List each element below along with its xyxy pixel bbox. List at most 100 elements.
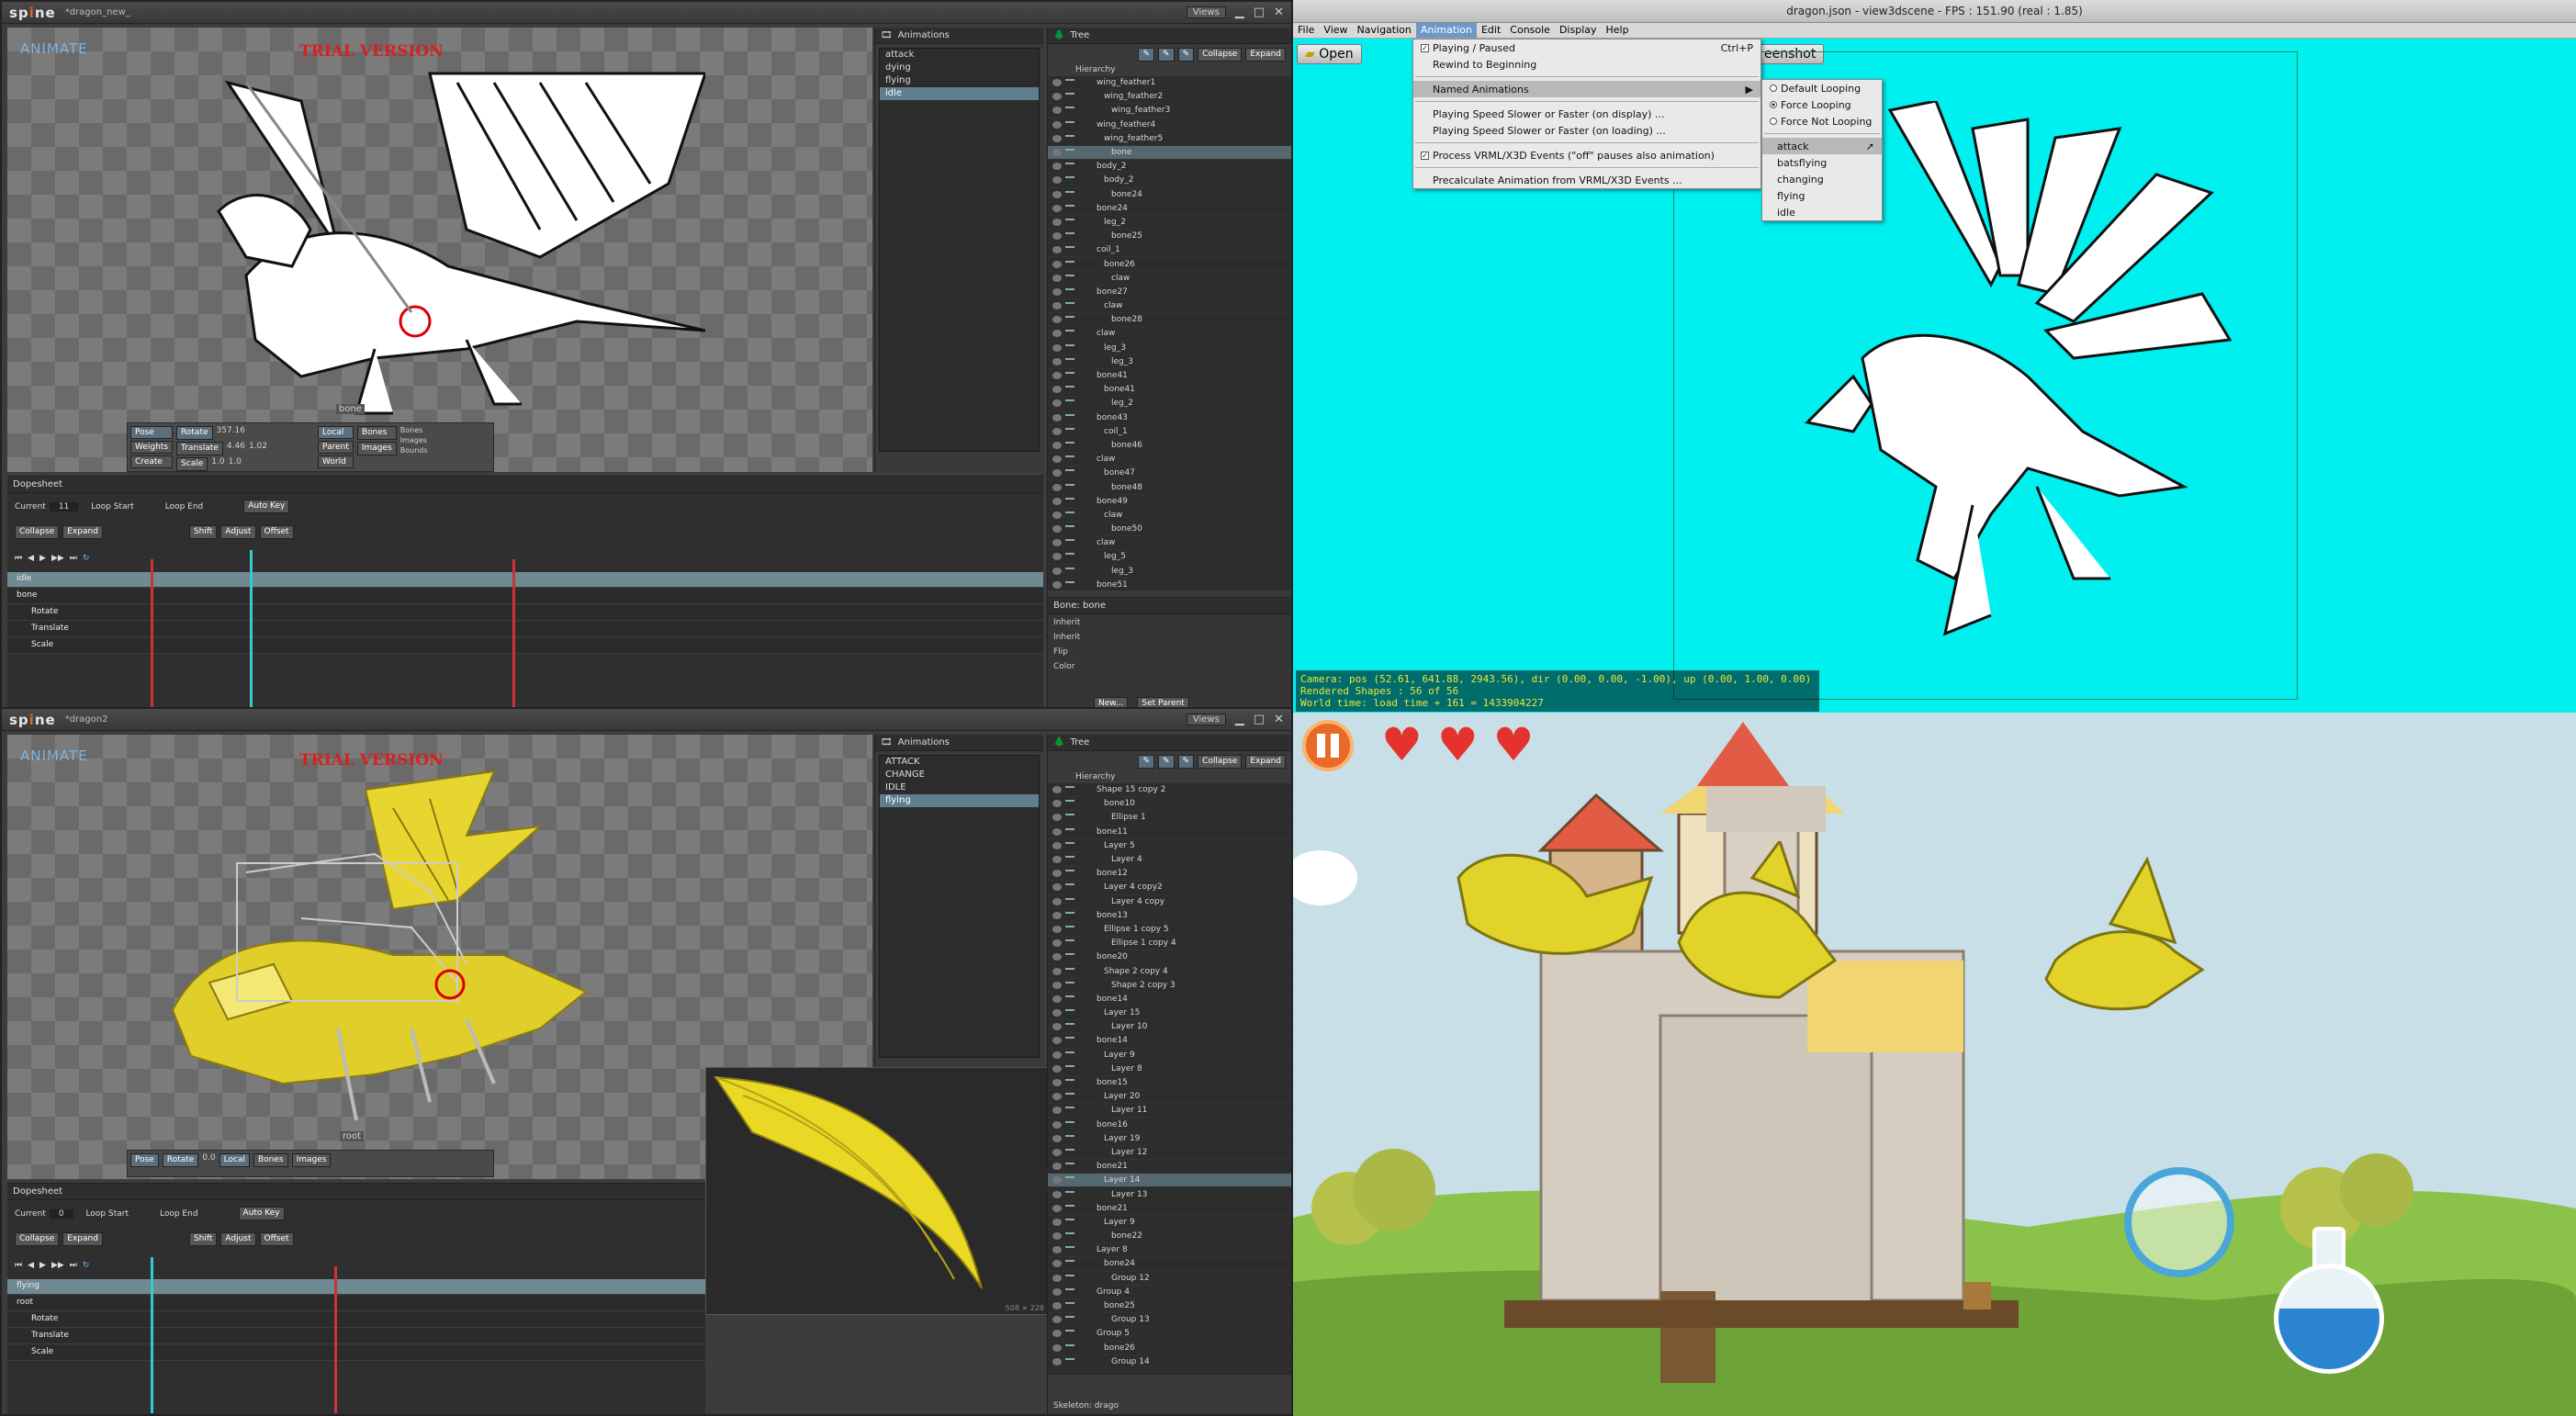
visibility-icon[interactable]	[1052, 1093, 1062, 1101]
visibility-icon[interactable]	[1052, 399, 1062, 408]
visibility-icon[interactable]	[1052, 967, 1062, 975]
menu-navigation[interactable]: Navigation	[1353, 23, 1416, 38]
key-icon[interactable]	[1065, 1274, 1074, 1282]
bones-toggle[interactable]: Bones	[253, 1153, 288, 1167]
key-icon[interactable]	[1065, 953, 1074, 961]
auto-key-button[interactable]: Auto Key	[243, 500, 290, 513]
visibility-icon[interactable]	[1052, 246, 1062, 254]
tree-row[interactable]: Layer 8	[1048, 1243, 1291, 1258]
scale-button[interactable]: Scale	[176, 457, 208, 471]
visibility-icon[interactable]	[1052, 911, 1062, 919]
key-icon[interactable]	[1065, 1343, 1074, 1352]
menu-help[interactable]: Help	[1602, 23, 1634, 38]
key-icon[interactable]	[1065, 1009, 1074, 1017]
play-icon[interactable]: ▶	[39, 1261, 46, 1270]
dopesheet-track[interactable]: bone	[7, 589, 1043, 604]
key-icon[interactable]	[1065, 967, 1074, 975]
tree-row[interactable]: claw	[1048, 509, 1291, 523]
key-icon[interactable]	[1065, 1190, 1074, 1198]
key-icon[interactable]	[1065, 1287, 1074, 1296]
key-icon[interactable]	[1065, 567, 1074, 575]
visibility-icon[interactable]	[1052, 469, 1062, 478]
tree-row[interactable]: bone22	[1048, 1230, 1291, 1244]
visibility-icon[interactable]	[1052, 1023, 1062, 1031]
key-icon[interactable]	[1065, 357, 1074, 365]
key-icon[interactable]	[1065, 981, 1074, 989]
step-back-icon[interactable]: ◀	[28, 554, 34, 563]
current-frame-input[interactable]: 0	[49, 1208, 73, 1219]
key-icon[interactable]	[1065, 870, 1074, 877]
key-icon[interactable]	[1065, 455, 1074, 463]
key-icon[interactable]	[1065, 827, 1074, 836]
shift-button[interactable]: Shift	[188, 525, 218, 539]
translate-button[interactable]: Translate	[176, 442, 223, 455]
tree-row[interactable]: Group 13	[1048, 1313, 1291, 1328]
tree-row[interactable]: bone51	[1048, 579, 1291, 590]
key-icon[interactable]	[1065, 134, 1074, 142]
tree-row[interactable]: Layer 12	[1048, 1146, 1291, 1161]
visibility-icon[interactable]	[1052, 218, 1062, 226]
key-icon[interactable]	[1065, 1120, 1074, 1129]
visibility-icon[interactable]	[1052, 204, 1062, 212]
key-icon[interactable]	[1065, 330, 1074, 337]
weights-button[interactable]: Weights	[130, 441, 174, 454]
animation-item[interactable]: IDLE	[880, 781, 1039, 794]
tree-row[interactable]: Layer 15	[1048, 1006, 1291, 1021]
views-button[interactable]: Views	[1186, 714, 1226, 725]
tree-row[interactable]: Shape 2 copy 3	[1048, 979, 1291, 993]
submenu-animation-batsflying[interactable]: batsflying	[1762, 154, 1882, 171]
key-icon[interactable]	[1065, 343, 1074, 352]
animation-item[interactable]: flying	[880, 74, 1039, 87]
key-icon[interactable]	[1065, 925, 1074, 933]
visibility-icon[interactable]	[1052, 1316, 1062, 1324]
jump-end-icon[interactable]: ⏭	[70, 1261, 77, 1270]
visibility-icon[interactable]	[1052, 1120, 1062, 1129]
key-icon[interactable]	[1065, 800, 1074, 807]
loop-end-button[interactable]: Loop End	[165, 502, 204, 511]
visibility-icon[interactable]	[1052, 897, 1062, 905]
visibility-icon[interactable]	[1052, 1134, 1062, 1142]
key-icon[interactable]	[1065, 580, 1074, 589]
visibility-icon[interactable]	[1052, 856, 1062, 864]
menu-item-playing[interactable]: ✓ Playing / Paused Ctrl+P	[1413, 39, 1760, 56]
visibility-icon[interactable]	[1052, 107, 1062, 115]
animation-item-selected[interactable]: flying	[880, 794, 1039, 807]
loop-option-force-not[interactable]: Force Not Looping	[1762, 113, 1882, 129]
visibility-icon[interactable]	[1052, 1246, 1062, 1254]
visibility-icon[interactable]	[1052, 455, 1062, 464]
tree-row[interactable]: bone26	[1048, 1342, 1291, 1355]
visibility-icon[interactable]	[1052, 580, 1062, 589]
visibility-icon[interactable]	[1052, 134, 1062, 142]
tree-row[interactable]: bone14	[1048, 1034, 1291, 1049]
step-back-icon[interactable]: ◀	[28, 1261, 34, 1270]
key-icon[interactable]	[1065, 897, 1074, 905]
minimize-icon[interactable]: ▁	[1235, 713, 1244, 726]
loop-option-force[interactable]: Force Looping	[1762, 96, 1882, 113]
tree-row[interactable]: Layer 4 copy2	[1048, 881, 1291, 895]
key-icon[interactable]	[1065, 316, 1074, 323]
tree-row[interactable]: bone25	[1048, 1299, 1291, 1314]
key-icon[interactable]	[1065, 176, 1074, 184]
key-icon[interactable]	[1065, 1093, 1074, 1100]
tree-row[interactable]: claw	[1048, 453, 1291, 467]
key-icon[interactable]	[1065, 274, 1074, 282]
visibility-icon[interactable]	[1052, 1260, 1062, 1268]
key-icon[interactable]	[1065, 441, 1074, 449]
key-icon[interactable]	[1065, 1302, 1074, 1309]
visibility-icon[interactable]	[1052, 1204, 1062, 1212]
tree-row[interactable]: bone25	[1048, 230, 1291, 244]
visibility-icon[interactable]	[1052, 1079, 1062, 1087]
key-icon[interactable]	[1065, 1176, 1074, 1184]
key-icon[interactable]	[1065, 856, 1074, 863]
loop-option-default[interactable]: Default Looping	[1762, 80, 1882, 96]
world-axes-button[interactable]: World	[318, 455, 354, 468]
tree-row[interactable]: bone21	[1048, 1160, 1291, 1174]
tree-row[interactable]: bone	[1048, 145, 1291, 161]
rotate-value[interactable]: 357.16	[217, 426, 246, 440]
key-icon[interactable]	[1065, 1037, 1074, 1044]
key-icon[interactable]	[1065, 1051, 1074, 1059]
jump-start-icon[interactable]: ⏮	[15, 1261, 22, 1270]
visibility-icon[interactable]	[1052, 1051, 1062, 1059]
visibility-icon[interactable]	[1052, 827, 1062, 836]
dopesheet-track[interactable]: root	[7, 1296, 705, 1311]
